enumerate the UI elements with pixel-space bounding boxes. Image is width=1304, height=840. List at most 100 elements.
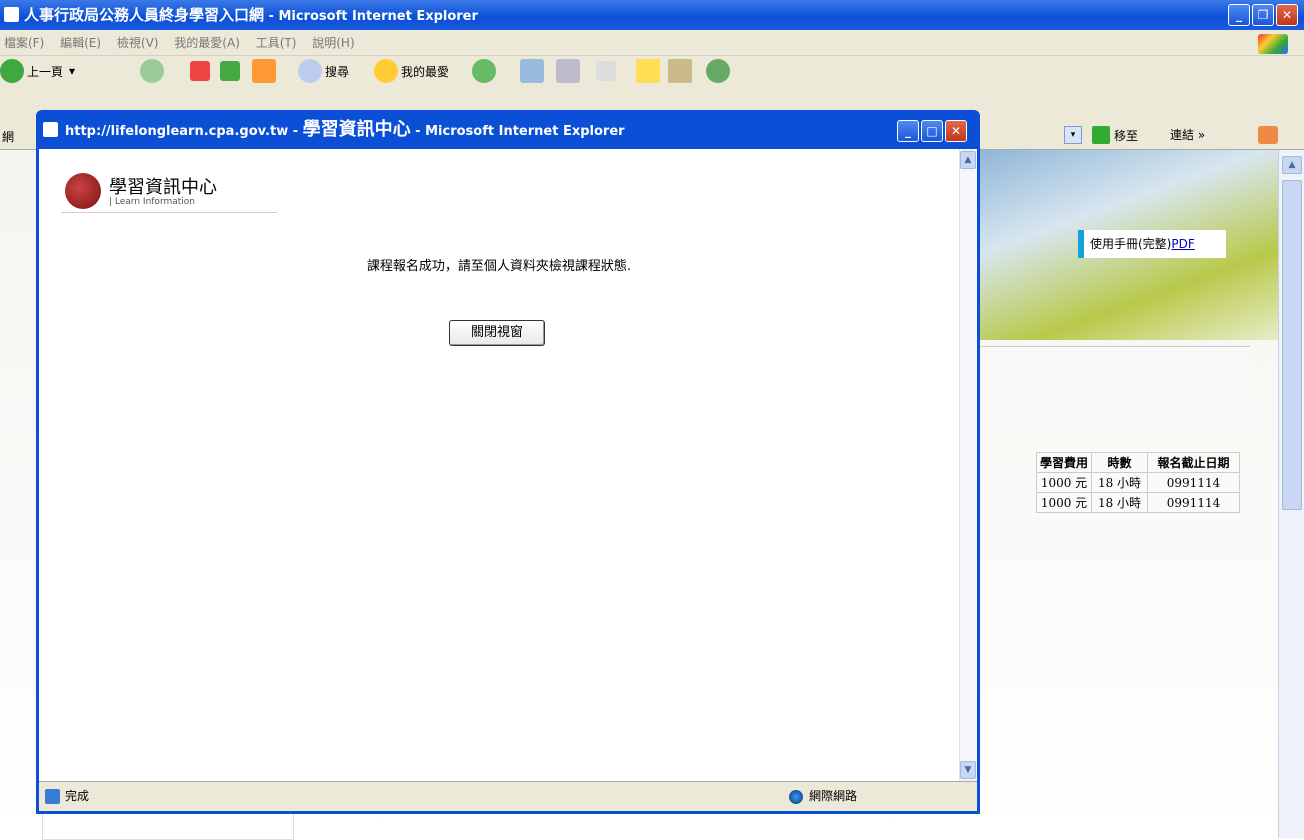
favorites-button[interactable]: 我的最愛 — [374, 56, 449, 86]
ie-page-icon — [4, 7, 19, 22]
cell-fee: 1000 元 — [1035, 492, 1093, 513]
search-label: 搜尋 — [325, 64, 350, 79]
popup-title-url: http://lifelonglearn.cpa.gov.tw — [65, 124, 289, 139]
main-vertical-scrollbar[interactable]: ▲ — [1278, 150, 1304, 838]
status-text: 完成 — [65, 789, 90, 803]
main-window-title-bar[interactable]: 人事行政局公務人員終身學習入口網 - Microsoft Internet Ex… — [0, 0, 1304, 30]
mail-icon — [520, 59, 544, 83]
restore-icon[interactable]: ❐ — [1252, 4, 1274, 26]
minimize-icon[interactable]: _ — [1228, 4, 1250, 26]
tools-extension-icon[interactable] — [1258, 126, 1278, 144]
close-window-button[interactable]: 關閉視窗 — [449, 320, 545, 346]
main-window-title-suffix: - Microsoft Internet Explorer — [264, 9, 478, 24]
main-window-controls: _ ❐ ✕ — [1228, 4, 1298, 26]
research-button[interactable] — [668, 56, 695, 86]
search-button[interactable]: 搜尋 — [298, 56, 349, 86]
scroll-up-icon[interactable]: ▲ — [960, 151, 976, 169]
header-fee: 學習費用 — [1035, 452, 1093, 473]
course-table: 學習費用 時數 報名截止日期 1000 元 18 小時 0991114 1000… — [1035, 452, 1241, 513]
minimize-icon[interactable]: _ — [897, 120, 919, 142]
history-icon — [472, 59, 496, 83]
close-icon[interactable]: ✕ — [1276, 4, 1298, 26]
popup-title-sep: - — [288, 124, 303, 139]
go-label: 移至 — [1114, 128, 1139, 143]
cell-hours: 18 小時 — [1091, 492, 1149, 513]
content-panel — [980, 346, 1250, 422]
research-icon — [668, 59, 692, 83]
address-label: 網 — [2, 130, 15, 144]
history-button[interactable] — [472, 56, 499, 86]
manual-link-box: 使用手冊(完整)PDF — [1078, 230, 1226, 258]
print-button[interactable] — [556, 56, 583, 86]
refresh-icon — [220, 61, 240, 81]
edit-button[interactable] — [596, 56, 619, 86]
favorites-label: 我的最愛 — [401, 64, 450, 79]
ie-page-icon — [45, 789, 60, 804]
popup-scrollbar[interactable]: ▲ ▼ — [959, 149, 977, 781]
menu-favorites[interactable]: 我的最愛(A) — [174, 36, 240, 50]
forward-button[interactable] — [140, 56, 167, 86]
menu-file[interactable]: 檔案(F) — [4, 36, 44, 50]
scroll-up-icon[interactable]: ▲ — [1282, 156, 1302, 174]
notes-icon — [636, 59, 660, 83]
globe-icon — [789, 790, 803, 804]
table-row: 1000 元 18 小時 0991114 — [1035, 492, 1241, 513]
cell-hours: 18 小時 — [1091, 472, 1149, 493]
popup-window-controls: _ □ ✕ — [897, 120, 967, 142]
popup-content: 學習資訊中心 | Learn Information 課程報名成功，請至個人資料… — [39, 149, 977, 781]
forward-arrow-icon — [140, 59, 164, 83]
links-label: 連結 — [1170, 128, 1195, 142]
cell-deadline: 0991114 — [1147, 472, 1241, 493]
maximize-icon[interactable]: □ — [921, 120, 943, 142]
table-header-row: 學習費用 時數 報名截止日期 — [1035, 452, 1241, 473]
windows-logo-icon — [1258, 34, 1288, 54]
cell-fee: 1000 元 — [1035, 472, 1093, 493]
popup-title-name: 學習資訊中心 — [302, 119, 411, 140]
main-window-title: 人事行政局公務人員終身學習入口網 — [24, 6, 265, 24]
status-zone: 網際網路 — [809, 789, 858, 803]
scroll-thumb[interactable] — [1282, 180, 1302, 510]
cell-deadline: 0991114 — [1147, 492, 1241, 513]
edit-icon — [596, 61, 616, 81]
star-icon — [374, 59, 398, 83]
menu-bar: 檔案(F) 編輯(E) 檢視(V) 我的最愛(A) 工具(T) 說明(H) — [0, 30, 1304, 56]
links-chevron-icon: » — [1197, 128, 1206, 142]
table-row: 1000 元 18 小時 0991114 — [1035, 472, 1241, 493]
home-icon — [252, 59, 276, 83]
ie-page-icon — [43, 122, 58, 137]
menu-help[interactable]: 說明(H) — [312, 36, 354, 50]
manual-pdf-link[interactable]: PDF — [1171, 237, 1194, 251]
close-icon[interactable]: ✕ — [945, 120, 967, 142]
chevron-down-icon: ▾ — [69, 64, 76, 78]
menu-edit[interactable]: 編輯(E) — [60, 36, 101, 50]
popup-window: http://lifelonglearn.cpa.gov.tw - 學習資訊中心… — [36, 110, 980, 814]
go-button[interactable]: 移至 — [1092, 126, 1138, 144]
refresh-button[interactable] — [220, 56, 243, 86]
address-dropdown-icon[interactable]: ▾ — [1064, 126, 1082, 144]
stop-button[interactable] — [190, 56, 213, 86]
links-button[interactable]: 連結 » — [1170, 126, 1205, 143]
go-arrow-icon — [1092, 126, 1110, 144]
menu-tools[interactable]: 工具(T) — [256, 36, 297, 50]
site-logo: 學習資訊中心 | Learn Information — [61, 173, 277, 213]
search-icon — [298, 59, 322, 83]
header-hours: 時數 — [1091, 452, 1149, 473]
scroll-down-icon[interactable]: ▼ — [960, 761, 976, 779]
menu-view[interactable]: 檢視(V) — [117, 36, 159, 50]
popup-title-bar[interactable]: http://lifelonglearn.cpa.gov.tw - 學習資訊中心… — [39, 113, 977, 149]
home-button[interactable] — [252, 56, 279, 86]
popup-title-suffix: - Microsoft Internet Explorer — [410, 124, 625, 139]
back-button[interactable]: 上一頁 ▾ — [0, 56, 75, 86]
logo-emblem-icon — [65, 173, 101, 209]
logo-title: 學習資訊中心 — [109, 177, 217, 198]
back-arrow-icon — [0, 59, 24, 83]
messenger-button[interactable] — [706, 56, 733, 86]
logo-subtitle: | Learn Information — [109, 197, 196, 207]
mail-button[interactable] — [520, 56, 547, 86]
notes-button[interactable] — [636, 56, 663, 86]
popup-status-bar: 完成 網際網路 — [39, 781, 977, 811]
header-deadline: 報名截止日期 — [1147, 452, 1241, 473]
manual-text: 使用手冊(完整) — [1090, 237, 1172, 251]
stop-icon — [190, 61, 210, 81]
messenger-icon — [706, 59, 730, 83]
